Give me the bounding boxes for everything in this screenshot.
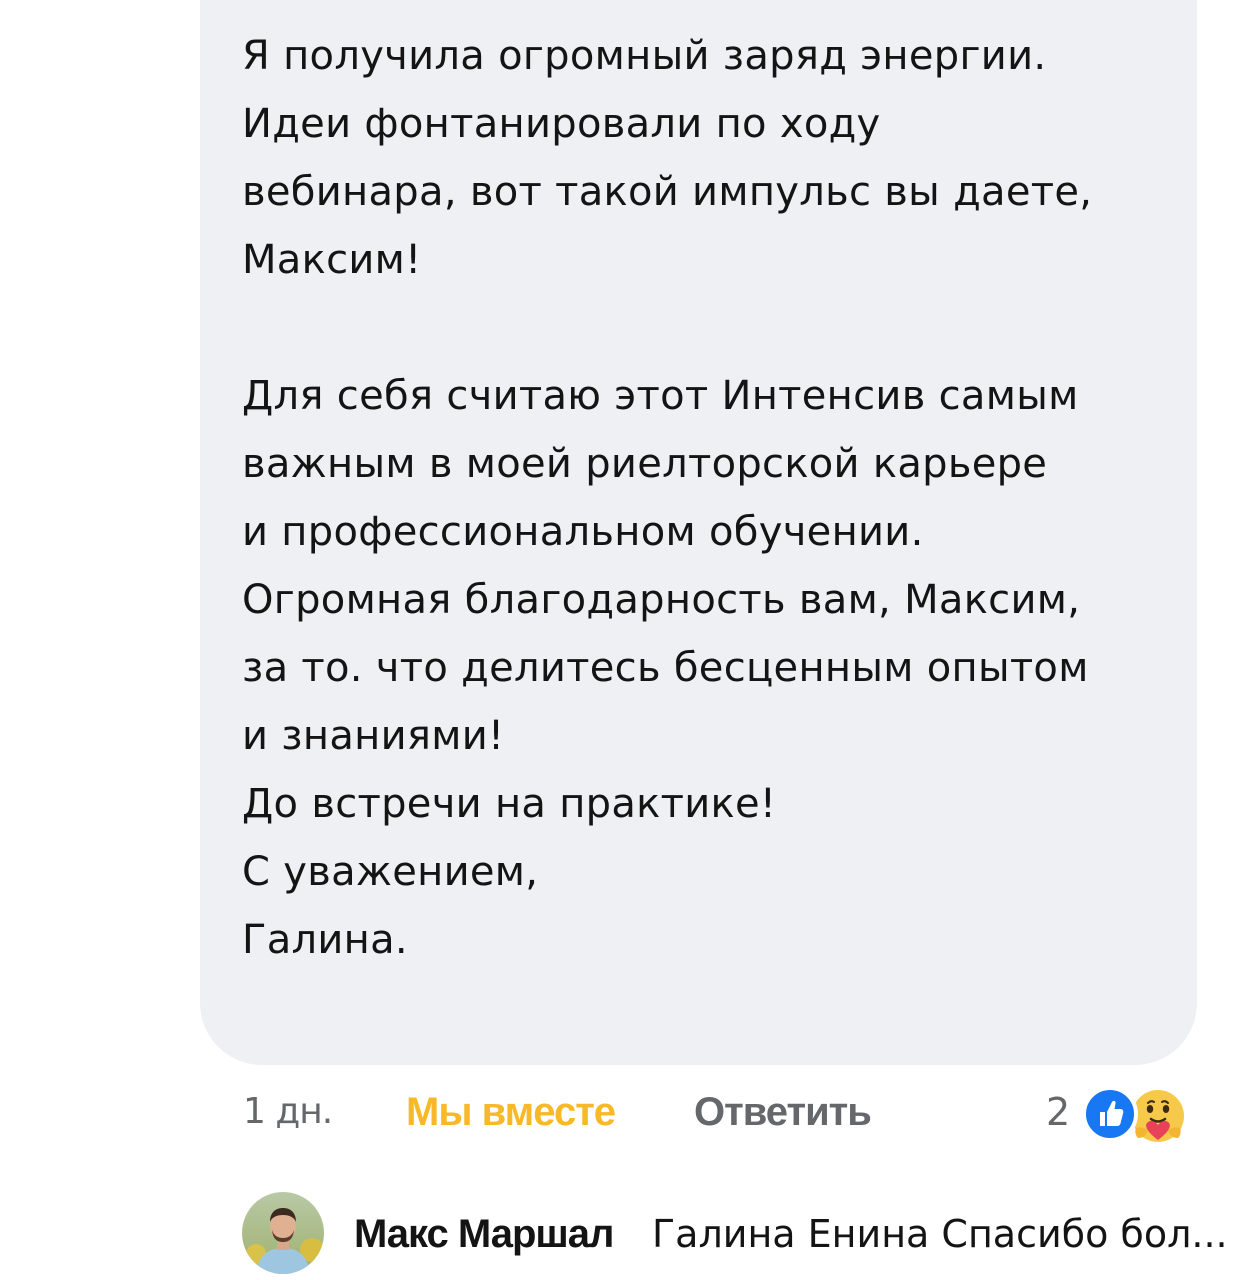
avatar[interactable] xyxy=(242,1192,324,1274)
comment-paragraph-2: Для себя считаю этот Интенсив самым важн… xyxy=(242,362,1162,974)
reaction-count[interactable]: 2 xyxy=(1046,1082,1070,1142)
comment-line: Идеи фонтанировали по ходу xyxy=(242,101,881,147)
reply-preview-row[interactable]: Макс Маршал Галина Енина Спасибо бол... xyxy=(242,1192,1228,1274)
like-icon xyxy=(1082,1086,1138,1142)
comment-actions-bar: 1 дн. Мы вместе Ответить 2 xyxy=(0,1082,1238,1146)
comment-line: Максим! xyxy=(242,237,422,283)
reaction-summary[interactable] xyxy=(1082,1084,1202,1146)
comment-line: С уважением, xyxy=(242,849,539,895)
comment-timestamp[interactable]: 1 дн. xyxy=(243,1082,333,1142)
reply-button[interactable]: Ответить xyxy=(694,1082,872,1142)
comment-line: вебинара, вот такой импульс вы даете, xyxy=(242,169,1093,215)
comment-thread: Я получила огромный заряд энергии. Идеи … xyxy=(0,0,1238,1280)
comment-line: До встречи на практике! xyxy=(242,781,777,827)
comment-text: Я получила огромный заряд энергии. Идеи … xyxy=(242,22,1162,974)
comment-line: за то. что делитесь бесценным опытом xyxy=(242,645,1089,691)
comment-line: Для себя считаю этот Интенсив самым xyxy=(242,373,1079,419)
comment-line: Огромная благодарность вам, Максим, xyxy=(242,577,1081,623)
comment-line: и профессиональном обучении. xyxy=(242,509,924,555)
comment-line: Я получила огромный заряд энергии. xyxy=(242,33,1047,79)
reply-author[interactable]: Макс Маршал xyxy=(354,1204,614,1264)
comment-paragraph-1: Я получила огромный заряд энергии. Идеи … xyxy=(242,22,1162,294)
reaction-button[interactable]: Мы вместе xyxy=(406,1082,616,1142)
comment-line: и знаниями! xyxy=(242,713,505,759)
comment-line: Галина. xyxy=(242,917,408,963)
comment-line: важным в моей риелторской карьере xyxy=(242,441,1048,487)
reply-preview-text[interactable]: Галина Енина Спасибо бол... xyxy=(652,1204,1228,1264)
